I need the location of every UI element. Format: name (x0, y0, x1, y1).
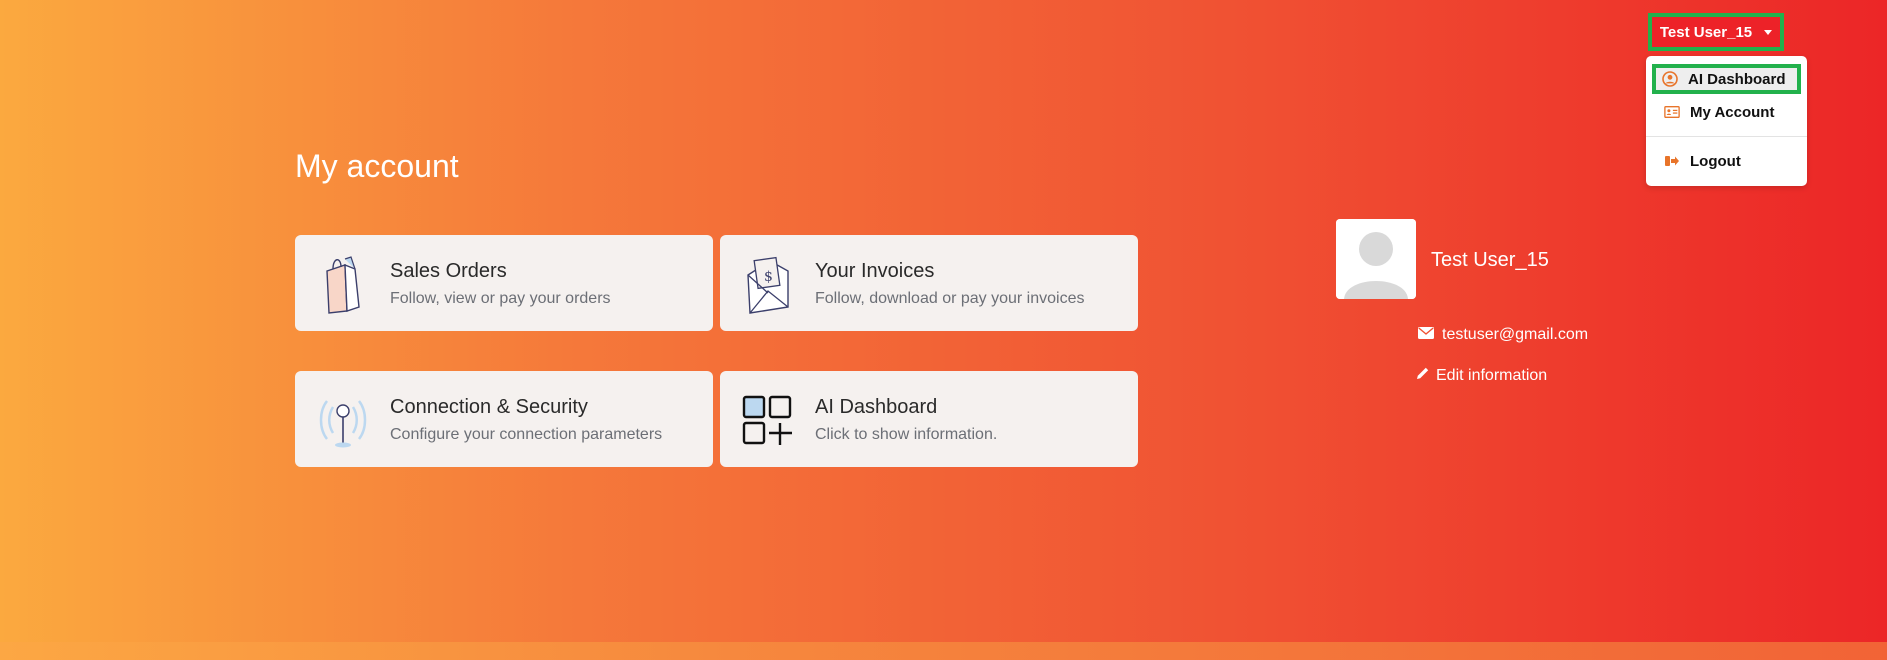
envelope-icon (1418, 326, 1434, 344)
user-menu-label: Test User_15 (1659, 23, 1753, 41)
invoice-envelope-icon: $ (742, 253, 794, 315)
menu-item-label: My Account (1690, 103, 1775, 121)
card-title: Connection & Security (390, 396, 588, 418)
edit-information-label: Edit information (1436, 366, 1548, 384)
antenna-icon (317, 389, 369, 451)
card-title: AI Dashboard (815, 396, 938, 418)
card-description: Configure your connection parameters (390, 426, 663, 443)
dashboard-grid-icon (742, 389, 794, 451)
menu-item-logout[interactable]: Logout (1652, 146, 1801, 176)
profile-email: testuser@gmail.com (1442, 326, 1589, 343)
menu-item-my-account[interactable]: My Account (1652, 97, 1801, 127)
page-footer-strip (0, 642, 1887, 660)
pencil-icon (1416, 366, 1430, 385)
avatar (1336, 219, 1416, 299)
avatar-placeholder-icon (1336, 219, 1416, 299)
card-title: Sales Orders (390, 260, 507, 282)
id-card-icon (1664, 104, 1680, 120)
profile-name: Test User_15 (1431, 249, 1549, 271)
user-circle-icon (1662, 71, 1678, 87)
card-description: Follow, download or pay your invoices (815, 290, 1085, 307)
card-description: Click to show information. (815, 426, 998, 443)
menu-item-label: Logout (1690, 152, 1741, 170)
sign-out-icon (1664, 153, 1680, 169)
card-ai-dashboard[interactable]: AI Dashboard Click to show information. (720, 371, 1138, 467)
caret-down-icon (1764, 29, 1773, 35)
edit-information-link[interactable]: Edit information (1416, 366, 1547, 385)
menu-divider (1646, 136, 1807, 137)
user-dropdown-menu: AI Dashboard My Account Logout (1646, 56, 1807, 186)
svg-text:$: $ (764, 269, 773, 285)
card-title: Your Invoices (815, 260, 935, 282)
card-sales-orders[interactable]: Sales Orders Follow, view or pay your or… (295, 235, 713, 331)
card-description: Follow, view or pay your orders (390, 290, 611, 307)
profile-email-row: testuser@gmail.com (1418, 326, 1588, 344)
card-your-invoices[interactable]: $ Your Invoices Follow, download or pay … (720, 235, 1138, 331)
menu-item-label: AI Dashboard (1688, 70, 1786, 88)
user-menu-toggle[interactable]: Test User_15 (1648, 13, 1784, 51)
shopping-bag-icon (317, 253, 369, 315)
page-title: My account (295, 148, 459, 184)
menu-item-ai-dashboard[interactable]: AI Dashboard (1652, 64, 1801, 94)
card-connection-security[interactable]: Connection & Security Configure your con… (295, 371, 713, 467)
